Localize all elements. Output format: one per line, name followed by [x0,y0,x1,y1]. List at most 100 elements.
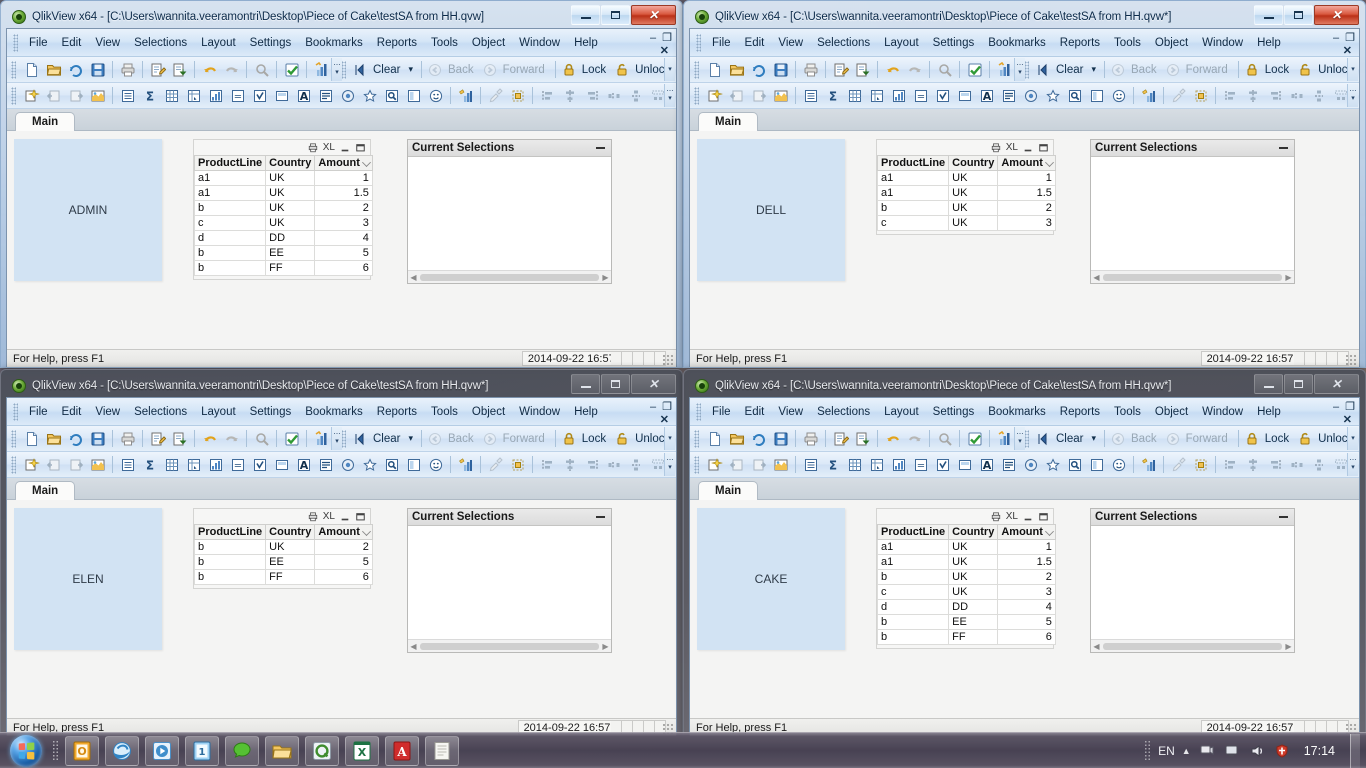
menu-item-layout[interactable]: Layout [194,403,243,421]
security-shield-icon[interactable] [1273,742,1291,760]
redo-icon[interactable] [904,59,925,80]
bookmark-icon[interactable] [1042,454,1063,475]
volume-icon[interactable] [1248,742,1266,760]
button-icon[interactable] [337,85,358,106]
promote-sheet-icon[interactable] [726,85,747,106]
sheet-properties-icon[interactable] [770,85,791,106]
save-icon[interactable] [87,59,108,80]
table-row[interactable]: c UK 3 [193,215,373,231]
user-label-panel[interactable]: CAKE [697,508,845,650]
user-label-panel[interactable]: ELEN [14,508,162,650]
design-toolbar-overflow-button[interactable]: ⋯ ▾ [1347,84,1358,107]
cell-amount[interactable]: 5 [997,614,1056,630]
cell-amount[interactable]: 1 [997,539,1056,555]
menu-item-layout[interactable]: Layout [194,34,243,52]
menu-item-tools[interactable]: Tools [1107,403,1148,421]
minimize-icon[interactable] [596,516,605,518]
menu-item-window[interactable]: Window [1195,34,1250,52]
table-row[interactable]: d DD 4 [193,230,373,246]
input-box-icon[interactable] [205,85,226,106]
cell-amount[interactable]: 3 [997,215,1056,231]
tray-grip[interactable] [1144,739,1152,762]
align-center-icon[interactable] [1242,454,1263,475]
export-icon[interactable] [169,428,190,449]
table-box-object[interactable]: XL ProductLine Country Amount a1 UK 1 a1 UK 1.5 b U… [193,139,373,280]
toolbar-overflow-button[interactable]: ⋯ ▾ [1014,427,1025,450]
table-row[interactable]: c UK 3 [876,584,1056,600]
demote-sheet-icon[interactable] [65,454,86,475]
print-icon[interactable] [800,59,821,80]
redo-icon[interactable] [221,428,242,449]
table-box-object[interactable]: XL ProductLine Country Amount a1 UK 1 a1 UK 1.5 b U… [876,508,1056,649]
menu-item-help[interactable]: Help [1250,34,1288,52]
button-icon[interactable] [337,454,358,475]
print-icon[interactable] [991,142,1001,153]
minimize-icon[interactable] [596,147,605,149]
distribute-h-icon[interactable] [1286,454,1307,475]
current-selections-body[interactable] [408,157,611,270]
menu-item-help[interactable]: Help [567,34,605,52]
scroll-right-icon[interactable]: ▶ [1283,273,1294,282]
table-row[interactable]: b EE 5 [193,245,373,261]
lock-button[interactable]: Lock [1243,431,1295,447]
distribute-v-icon[interactable] [1308,85,1329,106]
reload-icon[interactable] [748,59,769,80]
open-icon[interactable] [726,59,747,80]
menu-item-view[interactable]: View [88,34,127,52]
taskbar-grip[interactable] [52,739,59,762]
cell-amount[interactable]: 1 [997,170,1056,186]
design-toolbar-grip[interactable] [694,455,699,474]
check-icon[interactable] [964,59,985,80]
excel-export-icon[interactable]: XL [1006,511,1018,522]
cell-country[interactable]: EE [265,554,316,570]
design-toolbar-grip[interactable] [11,455,16,474]
reload-icon[interactable] [65,59,86,80]
scroll-left-icon[interactable]: ◀ [1091,642,1102,651]
design-toolbar-overflow-button[interactable]: ⋯ ▾ [1347,453,1358,476]
cell-amount[interactable]: 1.5 [997,554,1056,570]
clock[interactable]: 17:14 [1298,744,1341,758]
menu-item-object[interactable]: Object [465,403,512,421]
table-row[interactable]: a1 UK 1 [876,539,1056,555]
align-right-icon[interactable] [1264,85,1285,106]
search-object-icon[interactable] [1064,85,1085,106]
cell-amount[interactable]: 2 [997,569,1056,585]
user-label-panel[interactable]: DELL [697,139,845,281]
cell-country[interactable]: FF [265,260,316,276]
cell-product-line[interactable]: c [876,584,950,600]
current-selections-body[interactable] [1091,526,1294,639]
menu-item-reports[interactable]: Reports [370,34,424,52]
cell-product-line[interactable]: b [876,614,950,630]
qlikview-app-icon[interactable] [695,9,709,24]
distribute-h-icon[interactable] [603,85,624,106]
data-table[interactable]: ProductLine Country Amount a1 UK 1 a1 UK 1.5 b UK 2… [876,155,1056,231]
mdi-minimize-button[interactable]: – [1333,401,1339,413]
excel-icon[interactable]: X [345,735,379,766]
redo-icon[interactable] [904,428,925,449]
title-bar[interactable]: QlikView x64 - [C:\Users\wannita.veeramo… [6,374,677,397]
lock-button[interactable]: Lock [560,431,612,447]
cell-product-line[interactable]: c [876,215,950,231]
title-bar[interactable]: QlikView x64 - [C:\Users\wannita.veeramo… [689,374,1360,397]
menu-item-layout[interactable]: Layout [877,34,926,52]
menu-item-layout[interactable]: Layout [877,403,926,421]
clear-dropdown-icon[interactable]: ▾ [1089,433,1098,444]
slider-icon[interactable] [315,454,336,475]
mdi-close-button[interactable]: ✕ [1343,46,1352,57]
window-minimize-button[interactable] [1254,5,1283,25]
save-icon[interactable] [770,428,791,449]
undo-icon[interactable] [882,428,903,449]
input-box-icon[interactable] [888,85,909,106]
search-object-icon[interactable] [1064,454,1085,475]
text-object-icon[interactable] [271,85,292,106]
forward-button[interactable]: Forward [481,431,551,447]
cell-product-line[interactable]: b [193,569,267,585]
menu-item-object[interactable]: Object [1148,403,1195,421]
multi-box-icon[interactable]: = [910,454,931,475]
save-icon[interactable] [770,59,791,80]
align-left-icon[interactable] [537,454,558,475]
menu-item-object[interactable]: Object [1148,34,1195,52]
scroll-left-icon[interactable]: ◀ [408,273,419,282]
chart-icon[interactable] [311,59,332,80]
menu-item-tools[interactable]: Tools [1107,34,1148,52]
